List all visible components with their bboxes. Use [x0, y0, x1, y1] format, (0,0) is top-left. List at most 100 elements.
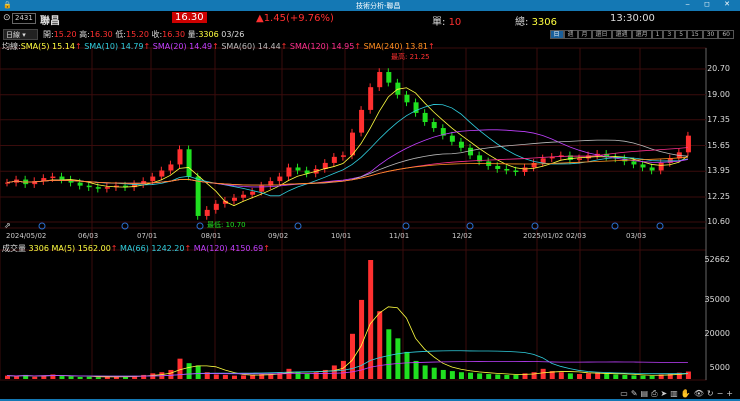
- price-tick: 13.95: [707, 166, 730, 176]
- candle: [504, 168, 510, 171]
- volume-bar: [477, 373, 483, 379]
- volume-bar: [440, 369, 446, 379]
- volume-bar: [640, 375, 646, 379]
- candle: [331, 156, 337, 163]
- candle: [195, 176, 201, 216]
- candle: [431, 122, 437, 129]
- volume-current: 3306: [28, 244, 49, 253]
- volume-bar: [667, 373, 673, 379]
- volume-bar: [59, 376, 65, 379]
- candle: [250, 191, 256, 195]
- date-tick: 12/02: [452, 232, 473, 240]
- volume-bar: [386, 329, 392, 379]
- volume-bar: [231, 375, 237, 379]
- date-tick: 06/03: [78, 232, 99, 240]
- candle: [231, 197, 237, 201]
- volume-bar: [513, 374, 519, 379]
- date-tick: 07/01: [137, 232, 158, 240]
- candle: [468, 147, 474, 156]
- volume-tick: 52662: [704, 255, 730, 264]
- candle: [513, 170, 519, 173]
- price-tick: 12.25: [707, 192, 730, 201]
- volume-legend: 成交量 3306 MA(5) 1562.00↑ MA(66) 1242.20↑ …: [2, 244, 270, 253]
- candle: [340, 155, 346, 157]
- candle: [576, 158, 582, 160]
- chart-toolbar[interactable]: ▭✎▤⎙➤▥✋👁↻−+: [620, 389, 736, 399]
- candle: [404, 94, 410, 103]
- volume-bar: [404, 351, 410, 379]
- high-annotation: 最高: 21.25: [391, 53, 430, 61]
- candle: [104, 187, 110, 189]
- vma5: MA(5) 1562.00: [51, 244, 111, 253]
- candle: [168, 164, 174, 171]
- sma10: SMA(10) 14.79: [84, 42, 144, 51]
- candle: [368, 87, 374, 110]
- sma120: SMA(120) 14.95: [289, 42, 355, 51]
- candle: [159, 170, 165, 177]
- volume-bar: [567, 373, 573, 379]
- volume-bar: [141, 374, 147, 379]
- volume-bar: [531, 372, 537, 379]
- volume-bar: [576, 374, 582, 379]
- volume-bar: [86, 376, 92, 379]
- candle: [213, 203, 219, 210]
- sma240: SMA(240) 13.81: [363, 42, 429, 51]
- volume-bar: [486, 374, 492, 379]
- date-tick: 2025/01/02: [523, 232, 564, 240]
- candle: [277, 176, 283, 182]
- date-tick: 10/01: [331, 232, 352, 240]
- candle: [295, 167, 301, 171]
- date-tick: 03/03: [626, 232, 647, 240]
- date-tick: 09/02: [268, 232, 289, 240]
- volume-bar: [604, 373, 610, 379]
- volume-bar: [586, 373, 592, 379]
- candle: [685, 135, 691, 153]
- price-tick: 15.65: [707, 140, 730, 150]
- vma66: MA(66) 1242.20: [120, 244, 185, 253]
- volume-bar: [649, 375, 655, 379]
- collapse-icon[interactable]: ⇗: [4, 221, 11, 230]
- candle: [59, 176, 65, 180]
- price-tick: 17.35: [707, 114, 730, 124]
- sma-line: [6, 139, 688, 186]
- volume-bar: [449, 371, 455, 379]
- candle: [95, 187, 101, 189]
- candle: [540, 158, 546, 163]
- vma120: MA(120) 4150.69: [193, 244, 264, 253]
- volume-bar: [5, 375, 10, 379]
- volume-bar: [413, 360, 419, 379]
- date-tick: 08/01: [201, 232, 222, 240]
- volume-bar: [213, 374, 219, 379]
- volume-ma-line: [6, 306, 688, 378]
- volume-bar: [377, 311, 383, 379]
- ma-legend: 均線:SMA(5) 15.14↑ SMA(10) 14.79↑ SMA(20) …: [2, 42, 435, 51]
- volume-bar: [195, 365, 201, 379]
- volume-bar: [504, 374, 510, 379]
- volume-bar: [250, 375, 256, 379]
- volume-bar: [540, 368, 546, 379]
- volume-bar: [631, 375, 637, 379]
- volume-bar: [468, 372, 474, 379]
- volume-bar: [495, 374, 501, 379]
- volume-bar: [277, 372, 283, 379]
- ma-label: 均線:: [2, 42, 21, 51]
- volume-bar: [14, 376, 20, 379]
- candle: [386, 72, 392, 83]
- volume-bar: [186, 363, 192, 379]
- sma-line: [6, 129, 688, 188]
- candle: [422, 112, 428, 123]
- volume-bar: [77, 376, 83, 379]
- volume-bar: [622, 374, 628, 379]
- candle: [658, 162, 664, 171]
- price-tick: 10.60: [707, 217, 730, 226]
- volume-bar: [304, 373, 310, 379]
- volume-ma-line: [6, 360, 688, 377]
- sma60: SMA(60) 14.44: [221, 42, 281, 51]
- volume-tick: 20000: [704, 328, 730, 338]
- volume-bar: [431, 367, 437, 379]
- volume-bar: [613, 374, 619, 379]
- date-tick: 02/03: [566, 232, 587, 240]
- chart-canvas[interactable]: [0, 0, 740, 401]
- volume-bar: [395, 338, 401, 379]
- candle: [359, 109, 365, 133]
